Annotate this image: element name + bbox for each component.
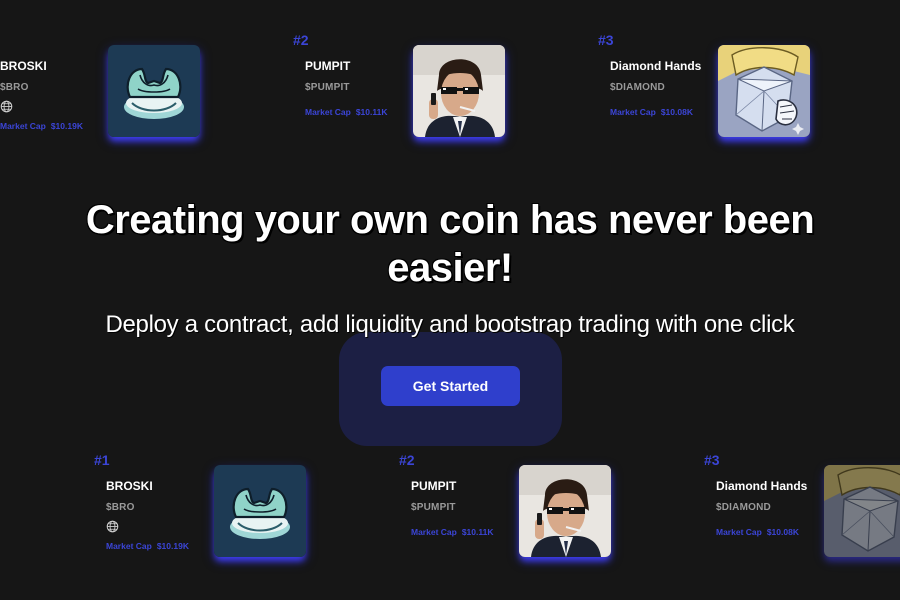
coin-info: BROSKI $BRO Market Cap $10.19K bbox=[106, 479, 216, 551]
coin-rank: #3 bbox=[598, 32, 614, 48]
market-cap-value: $10.08K bbox=[660, 107, 693, 117]
hero-title: Creating your own coin has never been ea… bbox=[0, 196, 900, 292]
market-cap: Market Cap $10.11K bbox=[305, 107, 415, 117]
get-started-button[interactable]: Get Started bbox=[381, 366, 520, 406]
market-cap-value: $10.11K bbox=[461, 527, 494, 537]
market-cap-label: Market Cap bbox=[411, 527, 457, 537]
coin-card-pumpit-bottom[interactable]: #2 PUMPIT $PUMPIT Market Cap $10.11K bbox=[399, 452, 639, 562]
coin-ticker: $PUMPIT bbox=[411, 502, 456, 513]
coin-rank: #1 bbox=[94, 452, 110, 468]
market-cap: Market Cap $10.08K bbox=[610, 107, 720, 117]
market-cap: Market Cap $10.19K bbox=[106, 541, 216, 551]
globe-icon[interactable] bbox=[0, 100, 13, 113]
coin-info: BROSKI $BRO Market Cap $10.19K bbox=[0, 59, 110, 131]
stage: BROSKI $BRO Market Cap $10.19K #2 PUMPIT… bbox=[0, 0, 900, 600]
coin-name: Diamond Hands bbox=[610, 59, 702, 73]
coin-image-sunglasses-photo[interactable] bbox=[519, 465, 611, 557]
coin-info: PUMPIT $PUMPIT Market Cap $10.11K bbox=[411, 479, 521, 537]
coin-card-broski-bottom[interactable]: #1 BROSKI $BRO Market Cap $10.19K bbox=[94, 452, 334, 562]
coin-name: PUMPIT bbox=[305, 59, 351, 73]
coin-rank: #2 bbox=[399, 452, 415, 468]
market-cap-value: $10.11K bbox=[355, 107, 388, 117]
market-cap: Market Cap $10.08K bbox=[716, 527, 826, 537]
coin-name: BROSKI bbox=[0, 59, 47, 73]
coin-ticker: $PUMPIT bbox=[305, 82, 350, 93]
globe-icon[interactable] bbox=[106, 520, 119, 533]
coin-card-pumpit-top[interactable]: #2 PUMPIT $PUMPIT Market Cap $10.11K bbox=[293, 32, 533, 142]
coin-ticker: $BRO bbox=[106, 502, 135, 513]
coin-image-muscle-logo[interactable] bbox=[108, 45, 200, 137]
coin-image-sunglasses-photo[interactable] bbox=[413, 45, 505, 137]
coin-ticker: $BRO bbox=[0, 82, 29, 93]
coin-name: PUMPIT bbox=[411, 479, 457, 493]
coin-name: Diamond Hands bbox=[716, 479, 808, 493]
coin-info: PUMPIT $PUMPIT Market Cap $10.11K bbox=[305, 59, 415, 117]
coin-image-diamond-fist[interactable] bbox=[824, 465, 900, 557]
coin-card-broski-top[interactable]: BROSKI $BRO Market Cap $10.19K bbox=[0, 42, 228, 142]
coin-image-diamond-fist[interactable] bbox=[718, 45, 810, 137]
market-cap: Market Cap $10.19K bbox=[0, 121, 110, 131]
coin-rank: #3 bbox=[704, 452, 720, 468]
market-cap: Market Cap $10.11K bbox=[411, 527, 521, 537]
coin-name: BROSKI bbox=[106, 479, 153, 493]
market-cap-value: $10.19K bbox=[156, 541, 189, 551]
coin-info: Diamond Hands $DIAMOND Market Cap $10.08K bbox=[610, 59, 720, 117]
market-cap-label: Market Cap bbox=[0, 121, 46, 131]
market-cap-label: Market Cap bbox=[716, 527, 762, 537]
hero-title-line2: easier! bbox=[387, 246, 513, 290]
hero-subtitle: Deploy a contract, add liquidity and boo… bbox=[105, 311, 795, 338]
coin-ticker: $DIAMOND bbox=[716, 502, 771, 513]
market-cap-value: $10.19K bbox=[50, 121, 83, 131]
coin-image-muscle-logo[interactable] bbox=[214, 465, 306, 557]
market-cap-label: Market Cap bbox=[106, 541, 152, 551]
market-cap-value: $10.08K bbox=[766, 527, 799, 537]
coin-info: Diamond Hands $DIAMOND Market Cap $10.08K bbox=[716, 479, 826, 537]
market-cap-label: Market Cap bbox=[610, 107, 656, 117]
coin-ticker: $DIAMOND bbox=[610, 82, 665, 93]
hero-title-line1: Creating your own coin has never been bbox=[85, 198, 815, 242]
coin-rank: #2 bbox=[293, 32, 309, 48]
coin-card-diamond-top[interactable]: #3 Diamond Hands $DIAMOND Market Cap $10.… bbox=[598, 32, 838, 142]
coin-card-diamond-bottom[interactable]: #3 Diamond Hands $DIAMOND Market Cap $10.… bbox=[704, 452, 900, 562]
market-cap-label: Market Cap bbox=[305, 107, 351, 117]
